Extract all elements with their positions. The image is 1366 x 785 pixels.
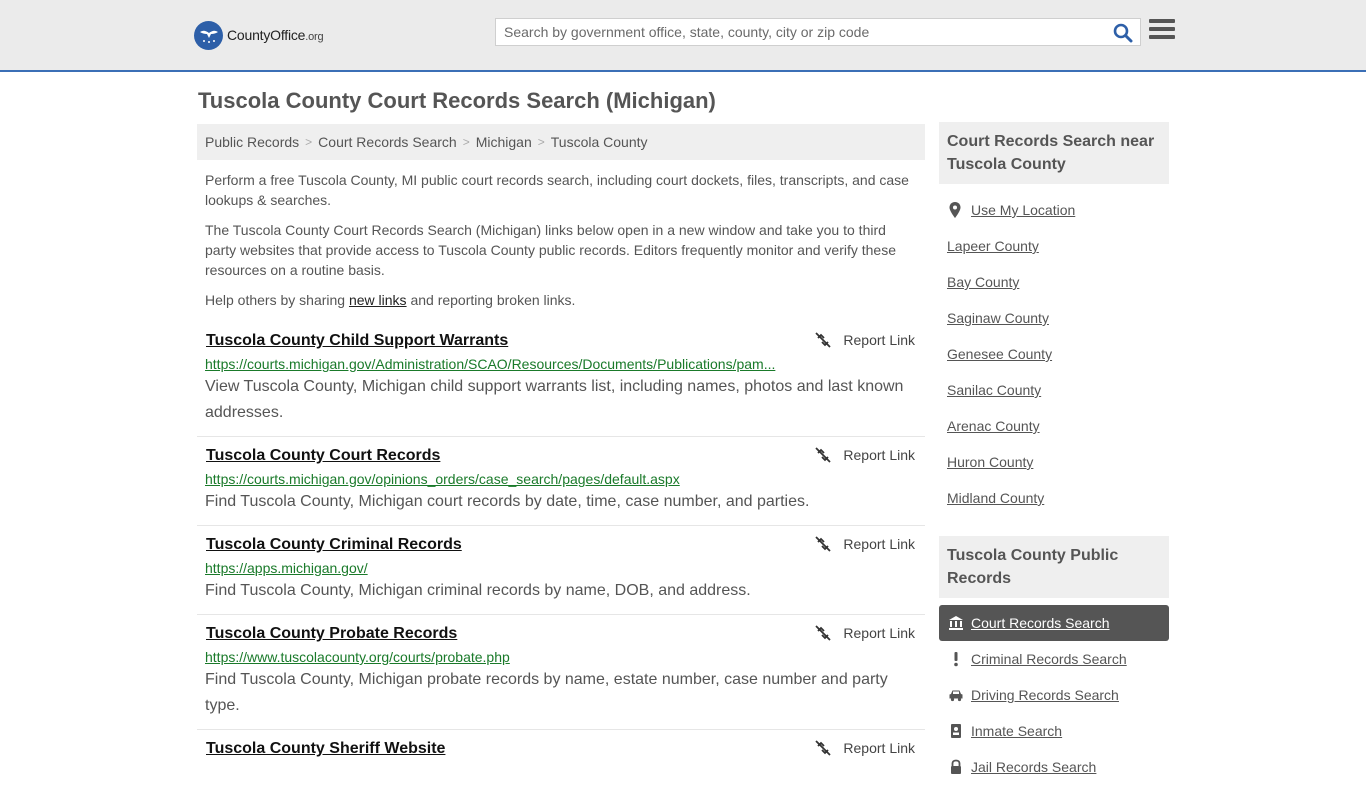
lock-icon <box>947 758 965 776</box>
intro-paragraph-3: Help others by sharing new links and rep… <box>205 290 917 310</box>
nearby-county-link[interactable]: Arenac County <box>947 416 1169 436</box>
use-location-row: Use My Location <box>947 200 1169 220</box>
chevron-right-icon: > <box>462 135 470 149</box>
result-title-link[interactable]: Tuscola County Child Support Warrants <box>206 330 917 352</box>
report-link-label: Report Link <box>843 447 915 463</box>
result-title-link[interactable]: Tuscola County Probate Records <box>206 623 917 645</box>
public-record-label: Court Records Search <box>971 615 1110 631</box>
breadcrumb-michigan[interactable]: Michigan <box>476 134 532 150</box>
public-record-driving-records-search[interactable]: Driving Records Search <box>939 677 1169 713</box>
intro-text-after: and reporting broken links. <box>406 292 576 308</box>
result-description: Find Tuscola County, Michigan court reco… <box>205 493 810 510</box>
public-record-inmate-search[interactable]: Inmate Search <box>939 713 1169 749</box>
intro-paragraph-1: Perform a free Tuscola County, MI public… <box>205 172 909 208</box>
breadcrumb-public-records[interactable]: Public Records <box>205 134 299 150</box>
nearby-counties-list: Use My Location Lapeer County Bay County… <box>947 200 1169 524</box>
report-link-button[interactable]: Report Link <box>815 740 915 756</box>
result-description: Find Tuscola County, Michigan criminal r… <box>205 582 751 599</box>
page-title: Tuscola County Court Records Search (Mic… <box>198 88 716 113</box>
result-url-link[interactable]: https://courts.michigan.gov/opinions_ord… <box>205 469 777 489</box>
broken-link-icon <box>815 740 832 756</box>
nearby-county-link[interactable]: Huron County <box>947 452 1169 472</box>
report-link-label: Report Link <box>843 332 915 348</box>
intro-paragraph-2: The Tuscola County Court Records Search … <box>205 222 897 278</box>
nearby-county-link[interactable]: Bay County <box>947 272 1169 292</box>
report-link-label: Report Link <box>843 740 915 756</box>
site-header: CountyOffice.org <box>0 0 1366 72</box>
public-record-jail-records-search[interactable]: Jail Records Search <box>939 749 1169 785</box>
result-item: Tuscola County Probate Records https://w… <box>197 615 925 730</box>
id-badge-icon <box>947 722 965 740</box>
public-record-label: Inmate Search <box>971 723 1063 739</box>
broken-link-icon <box>815 447 832 463</box>
broken-link-icon <box>815 625 832 641</box>
public-records-heading: Tuscola County Public Records <box>939 536 1169 598</box>
nearby-county-link[interactable]: Lapeer County <box>947 236 1169 256</box>
site-logo[interactable]: CountyOffice.org <box>194 20 324 50</box>
public-records-list: Court Records Search Criminal Records Se… <box>939 605 1169 785</box>
logo-text: CountyOffice.org <box>227 27 324 43</box>
broken-link-icon <box>815 536 832 552</box>
use-my-location-link[interactable]: Use My Location <box>971 200 1075 220</box>
result-item: Tuscola County Court Records https://cou… <box>197 437 925 526</box>
breadcrumb-tuscola-county[interactable]: Tuscola County <box>551 134 648 150</box>
public-record-label: Driving Records Search <box>971 687 1119 703</box>
new-links-link[interactable]: new links <box>349 292 407 308</box>
public-record-criminal-records-search[interactable]: Criminal Records Search <box>939 641 1169 677</box>
intro-text-before: Help others by sharing <box>205 292 349 308</box>
result-item: Tuscola County Sheriff Website Report Li… <box>197 730 925 770</box>
result-title-link[interactable]: Tuscola County Court Records <box>206 445 917 467</box>
result-url-link[interactable]: https://courts.michigan.gov/Administrati… <box>205 354 777 374</box>
exclamation-icon <box>947 650 965 668</box>
result-title-link[interactable]: Tuscola County Sheriff Website <box>206 738 917 760</box>
result-url-link[interactable]: https://apps.michigan.gov/ <box>205 558 777 578</box>
search-icon <box>1113 23 1133 43</box>
courthouse-icon <box>947 614 965 632</box>
result-description: View Tuscola County, Michigan child supp… <box>205 378 904 421</box>
result-item: Tuscola County Criminal Records https://… <box>197 526 925 615</box>
chevron-right-icon: > <box>305 135 313 149</box>
logo-suffix: .org <box>305 31 324 43</box>
search-button[interactable] <box>1112 22 1134 44</box>
map-pin-icon <box>947 201 965 219</box>
nearby-county-link[interactable]: Genesee County <box>947 344 1169 364</box>
public-record-label: Criminal Records Search <box>971 651 1127 667</box>
nearby-county-link[interactable]: Midland County <box>947 488 1169 508</box>
car-icon <box>947 686 965 704</box>
search-input[interactable] <box>496 19 1106 45</box>
breadcrumb-court-records-search[interactable]: Court Records Search <box>318 134 457 150</box>
result-description: Find Tuscola County, Michigan probate re… <box>205 671 888 714</box>
breadcrumb: Public Records > Court Records Search > … <box>197 124 925 160</box>
report-link-label: Report Link <box>843 625 915 641</box>
public-record-court-records-search[interactable]: Court Records Search <box>939 605 1169 641</box>
nearby-county-link[interactable]: Sanilac County <box>947 380 1169 400</box>
nearby-county-link[interactable]: Saginaw County <box>947 308 1169 328</box>
eagle-seal-icon <box>194 20 223 50</box>
report-link-button[interactable]: Report Link <box>815 447 915 463</box>
search-bar <box>495 18 1141 46</box>
result-title-link[interactable]: Tuscola County Criminal Records <box>206 534 917 556</box>
report-link-button[interactable]: Report Link <box>815 625 915 641</box>
hamburger-menu-icon[interactable] <box>1149 19 1175 43</box>
logo-name: CountyOffice <box>227 27 306 43</box>
result-url-link[interactable]: https://www.tuscolacounty.org/courts/pro… <box>205 647 777 667</box>
result-item: Tuscola County Child Support Warrants ht… <box>197 322 925 437</box>
report-link-button[interactable]: Report Link <box>815 536 915 552</box>
report-link-button[interactable]: Report Link <box>815 332 915 348</box>
nearby-counties-heading: Court Records Search near Tuscola County <box>939 122 1169 184</box>
report-link-label: Report Link <box>843 536 915 552</box>
chevron-right-icon: > <box>537 135 545 149</box>
results-list: Tuscola County Child Support Warrants ht… <box>197 322 925 770</box>
broken-link-icon <box>815 332 832 348</box>
public-record-label: Jail Records Search <box>971 759 1097 775</box>
